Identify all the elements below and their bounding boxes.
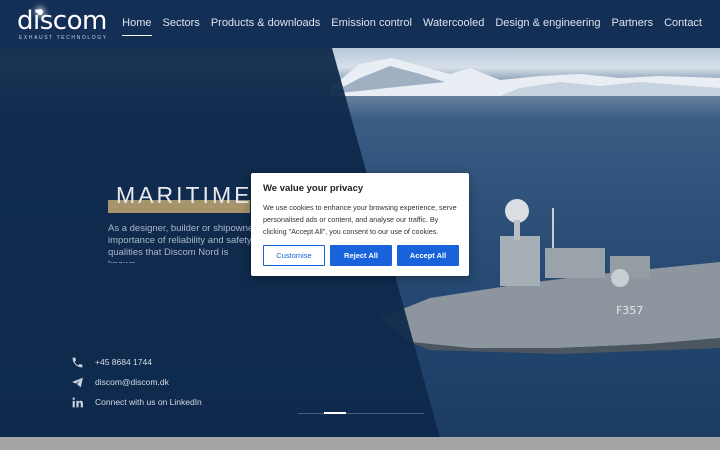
nav-emission-control[interactable]: Emission control (331, 17, 412, 29)
hero-description: As a designer, builder or shipowner impo… (108, 223, 257, 263)
site-header: discom EXHAUST TECHNOLOGY Home Sectors P… (0, 0, 720, 48)
contact-linkedin[interactable]: Connect with us on LinkedIn (70, 392, 202, 412)
cookie-consent-dialog: We value your privacy We use cookies to … (251, 173, 469, 276)
slider-track[interactable] (298, 413, 424, 414)
linkedin-icon (70, 395, 85, 410)
nav-products-downloads[interactable]: Products & downloads (211, 17, 320, 29)
linkedin-link: Connect with us on LinkedIn (95, 397, 202, 407)
contact-phone[interactable]: +45 8684 1744 (70, 352, 202, 372)
main-nav: Home Sectors Products & downloads Emissi… (122, 17, 702, 36)
contact-email[interactable]: discom@discom.dk (70, 372, 202, 392)
nav-contact[interactable]: Contact (664, 17, 702, 29)
logo-tagline: EXHAUST TECHNOLOGY (19, 35, 108, 41)
nav-partners[interactable]: Partners (612, 17, 654, 29)
hero-title: MARITIME (116, 182, 253, 208)
accept-all-button[interactable]: Accept All (397, 245, 459, 266)
phone-number: +45 8684 1744 (95, 357, 152, 367)
cookie-title: We value your privacy (263, 183, 364, 194)
footer-strip (0, 437, 720, 450)
slider-active-indicator[interactable] (324, 412, 346, 414)
ship-hull-number: F357 (616, 304, 643, 317)
reject-all-button[interactable]: Reject All (330, 245, 392, 266)
email-address: discom@discom.dk (95, 377, 169, 387)
contact-list: +45 8684 1744 discom@discom.dk Connect w… (70, 352, 202, 412)
logo-dot-icon (37, 9, 43, 15)
nav-watercooled[interactable]: Watercooled (423, 17, 484, 29)
phone-icon (70, 355, 85, 370)
nav-design-engineering[interactable]: Design & engineering (495, 17, 600, 29)
cookie-buttons: Customise Reject All Accept All (263, 245, 459, 266)
nav-sectors[interactable]: Sectors (163, 17, 200, 29)
logo[interactable]: discom EXHAUST TECHNOLOGY (17, 8, 108, 41)
cookie-text: We use cookies to enhance your browsing … (263, 203, 457, 236)
nav-home[interactable]: Home (122, 17, 152, 36)
logo-wordmark: discom (17, 6, 107, 36)
paper-plane-icon (70, 375, 85, 390)
customise-button[interactable]: Customise (263, 245, 325, 266)
